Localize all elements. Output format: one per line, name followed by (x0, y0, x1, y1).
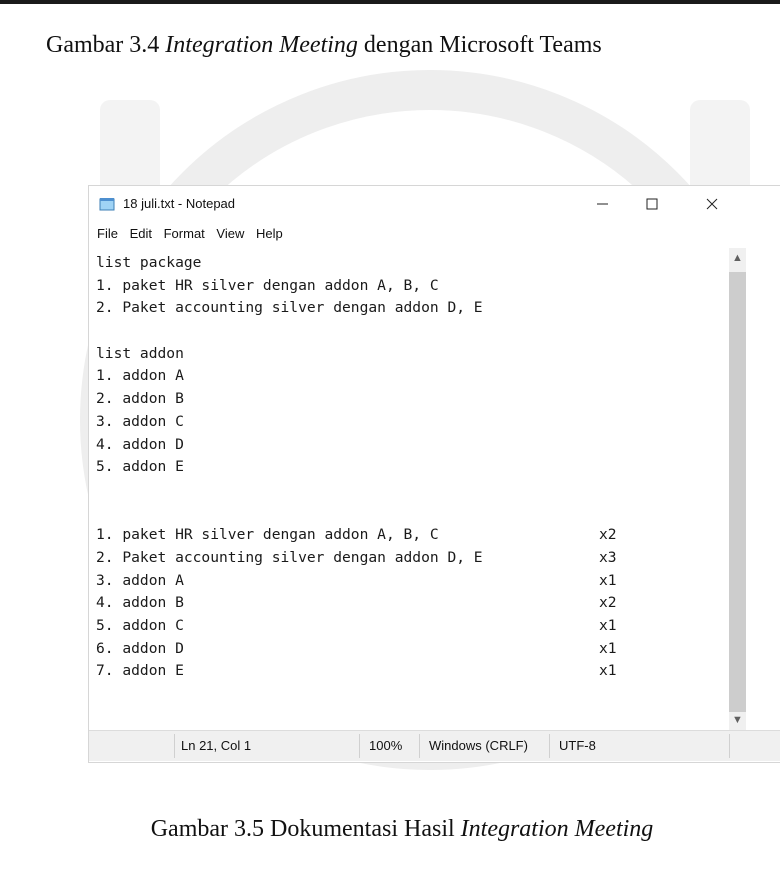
scroll-down-arrow-icon[interactable]: ▼ (729, 710, 746, 730)
text-line: 1. paket HR silver dengan addon A, B, C (96, 275, 726, 298)
line-text: list addon (96, 344, 184, 362)
line-text: 1. addon A (96, 367, 184, 385)
notepad-window: 18 juli.txt - Notepad File Edit Format V… (88, 185, 780, 763)
line-text: 5. addon C (96, 617, 184, 634)
line-text: 6. addon D (96, 639, 184, 657)
menu-view[interactable]: View (216, 226, 244, 241)
text-line (96, 502, 726, 525)
maximize-button[interactable] (629, 186, 675, 222)
menu-format[interactable]: Format (164, 226, 205, 241)
text-line: 2. addon B (96, 388, 726, 411)
status-zoom: 100% (369, 738, 403, 753)
figure-caption-top: Gambar 3.4 Integration Meeting dengan Mi… (46, 32, 602, 58)
text-editor-area[interactable]: list package 1. paket HR silver dengan ad… (96, 252, 726, 730)
line-text: 4. addon B (96, 594, 184, 612)
line-quantity: x2 (599, 594, 617, 612)
vertical-scrollbar[interactable]: ▲ ▼ (729, 248, 746, 730)
menu-edit[interactable]: Edit (130, 226, 152, 241)
line-quantity: x1 (599, 571, 617, 589)
text-line: 2. Paket accounting silver dengan addon … (96, 297, 726, 320)
line-text: 2. Paket accounting silver dengan addon … (96, 548, 483, 566)
minimize-icon (597, 203, 608, 205)
line-text: 3. addon A (96, 571, 184, 589)
line-text: 5. addon E (96, 458, 184, 476)
text-line: 1. paket HR silver dengan addon A, B, C x… (96, 524, 726, 547)
text-line: 4. addon B x2 (96, 592, 726, 615)
line-text: 7. addon E (96, 662, 184, 680)
text-line: 2. Paket accounting silver dengan addon … (96, 547, 726, 570)
menu-help[interactable]: Help (256, 226, 283, 241)
close-button[interactable] (689, 186, 735, 222)
text-line: 5. addon E (96, 456, 726, 479)
line-quantity: x2 (599, 526, 617, 544)
title-bar[interactable]: 18 juli.txt - Notepad (89, 186, 780, 222)
line-quantity: x3 (599, 548, 617, 566)
text-line: 6. addon D x1 (96, 638, 726, 661)
status-cursor-position: Ln 21, Col 1 (181, 738, 252, 753)
close-icon (706, 198, 718, 210)
line-quantity: x1 (599, 617, 617, 634)
figure-caption-bottom: Gambar 3.5 Dokumentasi Hasil Integration… (150, 816, 654, 842)
menu-bar: File Edit Format View Help (89, 226, 283, 246)
text-line: list addon (96, 343, 726, 366)
scroll-up-arrow-icon[interactable]: ▲ (729, 248, 746, 268)
status-bar: Ln 21, Col 1 100% Windows (CRLF) UTF-8 (89, 730, 780, 761)
text-line: 3. addon C (96, 411, 726, 434)
text-line: 1. addon A (96, 365, 726, 388)
status-divider (359, 734, 360, 758)
line-quantity: x1 (599, 639, 617, 657)
minimize-button[interactable] (579, 186, 625, 222)
status-divider (419, 734, 420, 758)
line-text: 1. paket HR silver dengan addon A, B, C (96, 526, 439, 544)
menu-file[interactable]: File (97, 226, 118, 241)
text-line: 5. addon C x1 (96, 615, 726, 638)
line-quantity: x1 (599, 662, 617, 680)
scrollbar-thumb[interactable] (729, 272, 746, 712)
line-text: 2. addon B (96, 390, 184, 408)
text-line: 4. addon D (96, 434, 726, 457)
text-line: 7. addon E x1 (96, 660, 726, 683)
status-divider (549, 734, 550, 758)
status-encoding: UTF-8 (559, 738, 596, 753)
text-line (96, 320, 726, 343)
maximize-icon (646, 198, 658, 210)
line-text: 3. addon C (96, 412, 184, 430)
text-line (96, 479, 726, 502)
status-divider (174, 734, 175, 758)
top-border-line (0, 0, 780, 4)
line-text: 1. paket HR silver dengan addon A, B, C (96, 276, 439, 294)
text-line: 3. addon A x1 (96, 570, 726, 593)
text-line: list package (96, 252, 726, 275)
line-text: 2. Paket accounting silver dengan addon … (96, 299, 483, 317)
status-divider (729, 734, 730, 758)
window-title: 18 juli.txt - Notepad (123, 196, 236, 211)
line-text: list package (96, 254, 202, 271)
status-line-ending: Windows (CRLF) (429, 738, 528, 753)
line-text: 4. addon D (96, 435, 184, 453)
notepad-icon (99, 198, 115, 211)
